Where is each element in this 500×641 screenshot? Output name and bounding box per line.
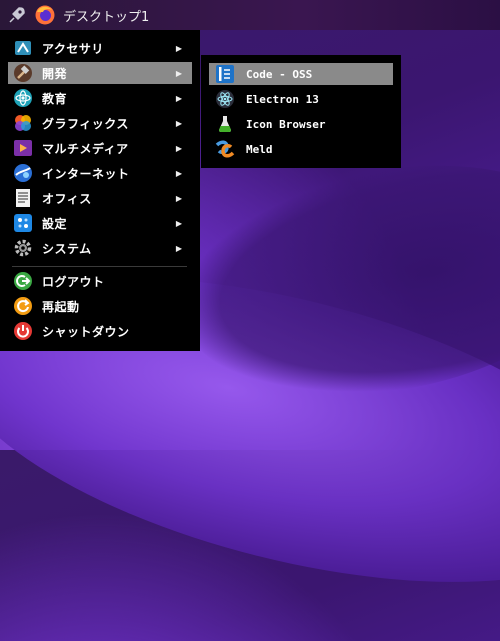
submenu-arrow-icon: ▶ bbox=[175, 118, 182, 128]
submenu-item-label: Code - OSS bbox=[246, 67, 313, 81]
restart-icon bbox=[12, 295, 34, 317]
submenu-arrow-icon: ▶ bbox=[175, 43, 182, 53]
submenu-arrow-icon: ▶ bbox=[175, 68, 182, 78]
office-document-icon bbox=[12, 187, 34, 209]
submenu-item-icon-browser[interactable]: Icon Browser bbox=[209, 113, 393, 135]
menu-item-label: アクセサリ bbox=[42, 41, 104, 56]
menu-item-label: グラフィックス bbox=[42, 116, 129, 131]
submenu-item-code-oss[interactable]: Code - OSS bbox=[209, 63, 393, 85]
development-hammer-icon bbox=[12, 62, 34, 84]
electron-icon bbox=[215, 89, 235, 109]
logout-icon bbox=[12, 270, 34, 292]
submenu-arrow-icon: ▶ bbox=[175, 143, 182, 153]
submenu-item-electron[interactable]: Electron 13 bbox=[209, 88, 393, 110]
settings-icon bbox=[12, 212, 34, 234]
submenu-item-label: Icon Browser bbox=[246, 117, 326, 131]
development-submenu: Code - OSS Electron 13 Icon Browser Meld bbox=[201, 55, 401, 168]
submenu-arrow-icon: ▶ bbox=[175, 218, 182, 228]
menu-item-accessories[interactable]: アクセサリ ▶ bbox=[8, 37, 192, 59]
multimedia-icon bbox=[12, 137, 34, 159]
accessories-icon bbox=[12, 37, 34, 59]
application-menu: アクセサリ ▶ 開発 ▶ 教育 ▶ グラフィックス ▶ マルチメディア ▶ イン… bbox=[0, 30, 200, 351]
menu-item-graphics[interactable]: グラフィックス ▶ bbox=[8, 112, 192, 134]
menu-separator bbox=[12, 266, 187, 267]
menu-item-label: 設定 bbox=[42, 216, 68, 231]
menu-item-internet[interactable]: インターネット ▶ bbox=[8, 162, 192, 184]
menu-item-office[interactable]: オフィス ▶ bbox=[8, 187, 192, 209]
shutdown-icon bbox=[12, 320, 34, 342]
taskbar: デスクトップ1 bbox=[0, 0, 500, 30]
internet-globe-icon bbox=[12, 162, 34, 184]
submenu-arrow-icon: ▶ bbox=[175, 243, 182, 253]
submenu-item-label: Electron 13 bbox=[246, 92, 319, 106]
rocket-icon[interactable] bbox=[6, 4, 28, 26]
submenu-item-meld[interactable]: Meld bbox=[209, 138, 393, 160]
menu-item-label: 教育 bbox=[42, 91, 68, 106]
menu-item-multimedia[interactable]: マルチメディア ▶ bbox=[8, 137, 192, 159]
menu-item-development[interactable]: 開発 ▶ bbox=[8, 62, 192, 84]
menu-item-shutdown[interactable]: シャットダウン bbox=[8, 320, 192, 342]
menu-item-label: ログアウト bbox=[42, 274, 105, 289]
menu-item-label: インターネット bbox=[42, 166, 130, 181]
education-atom-icon bbox=[12, 87, 34, 109]
submenu-item-label: Meld bbox=[246, 142, 273, 156]
code-oss-icon bbox=[215, 64, 235, 84]
flask-icon bbox=[215, 114, 235, 134]
desktop-title: デスクトップ1 bbox=[63, 9, 150, 25]
menu-item-settings[interactable]: 設定 ▶ bbox=[8, 212, 192, 234]
menu-item-label: 開発 bbox=[42, 66, 68, 81]
system-gear-icon bbox=[12, 237, 34, 259]
submenu-arrow-icon: ▶ bbox=[175, 93, 182, 103]
menu-item-label: オフィス bbox=[42, 191, 92, 206]
graphics-icon bbox=[12, 112, 34, 134]
menu-item-restart[interactable]: 再起動 bbox=[8, 295, 192, 317]
menu-item-label: シャットダウン bbox=[42, 324, 130, 339]
menu-item-system[interactable]: システム ▶ bbox=[8, 237, 192, 259]
menu-item-logout[interactable]: ログアウト bbox=[8, 270, 192, 292]
menu-item-label: システム bbox=[42, 241, 92, 256]
menu-item-label: 再起動 bbox=[42, 299, 80, 314]
meld-icon bbox=[215, 139, 235, 159]
menu-item-education[interactable]: 教育 ▶ bbox=[8, 87, 192, 109]
menu-item-label: マルチメディア bbox=[42, 141, 129, 156]
firefox-icon[interactable] bbox=[34, 4, 56, 26]
submenu-arrow-icon: ▶ bbox=[175, 168, 182, 178]
submenu-arrow-icon: ▶ bbox=[175, 193, 182, 203]
